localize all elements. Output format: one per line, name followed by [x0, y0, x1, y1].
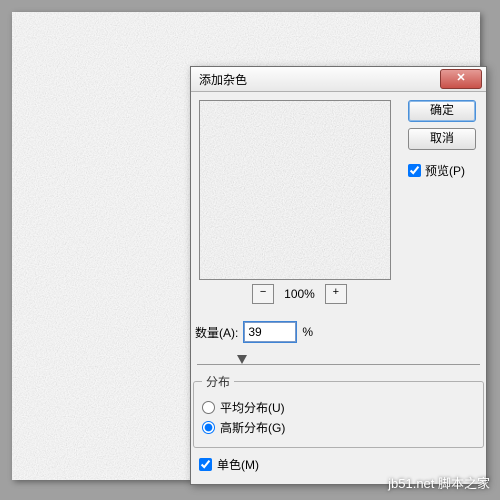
preview-noise: [200, 101, 390, 279]
distribution-group: 分布 平均分布(U) 高斯分布(G): [193, 373, 484, 448]
preview-checkbox-row[interactable]: 预览(P): [408, 162, 465, 179]
preview-checkbox[interactable]: [408, 164, 421, 177]
zoom-out-button[interactable]: −: [252, 284, 274, 304]
amount-input[interactable]: [244, 322, 296, 342]
zoom-in-button[interactable]: +: [325, 284, 347, 304]
monochrome-label: 单色(M): [217, 456, 259, 473]
gaussian-label: 高斯分布(G): [220, 419, 285, 436]
dialog-title: 添加杂色: [199, 71, 247, 88]
watermark: jb51.net 脚本之家: [388, 473, 490, 492]
ok-button[interactable]: 确定: [408, 100, 476, 122]
slider-thumb[interactable]: [237, 355, 247, 364]
preview-checkbox-label: 预览(P): [425, 162, 465, 179]
cancel-button[interactable]: 取消: [408, 128, 476, 150]
close-icon: ✕: [456, 72, 465, 84]
amount-slider[interactable]: [197, 346, 480, 365]
monochrome-checkbox[interactable]: [199, 458, 212, 471]
zoom-level: 100%: [284, 287, 315, 301]
distribution-legend: 分布: [202, 373, 234, 390]
uniform-radio-row[interactable]: 平均分布(U): [202, 399, 475, 416]
gaussian-radio[interactable]: [202, 421, 215, 434]
plus-icon: +: [333, 286, 339, 298]
add-noise-dialog: 添加杂色 ✕ − 100% + 确定 取消: [190, 66, 487, 485]
dialog-titlebar[interactable]: 添加杂色 ✕: [191, 67, 486, 92]
gaussian-radio-row[interactable]: 高斯分布(G): [202, 419, 475, 436]
uniform-radio[interactable]: [202, 401, 215, 414]
preview-panel[interactable]: [199, 100, 391, 280]
close-button[interactable]: ✕: [440, 69, 482, 89]
amount-unit: %: [302, 325, 313, 339]
uniform-label: 平均分布(U): [220, 399, 285, 416]
minus-icon: −: [260, 286, 266, 298]
amount-label: 数量(A):: [195, 324, 238, 341]
